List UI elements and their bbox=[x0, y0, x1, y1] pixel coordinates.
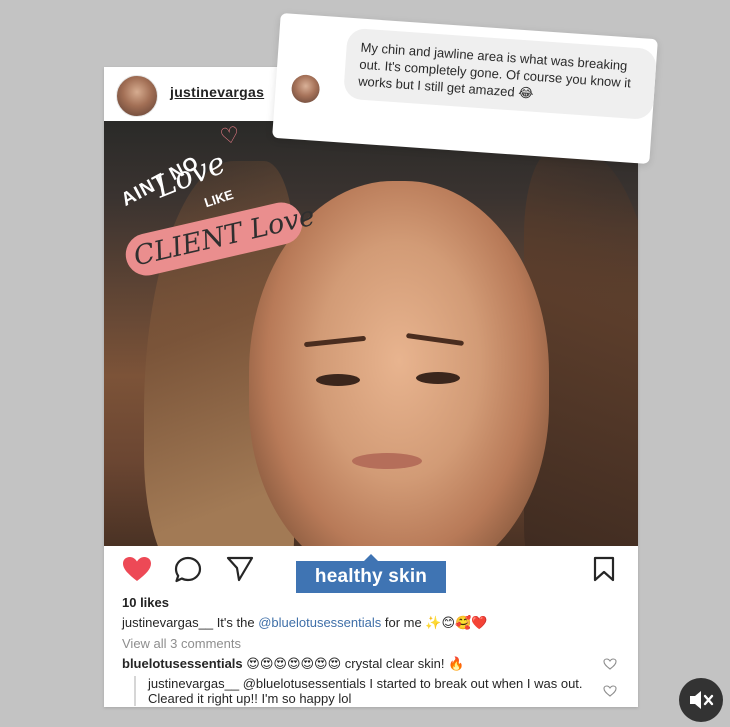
heart-doodle-icon: ♡ bbox=[217, 121, 242, 150]
bookmark-icon[interactable] bbox=[593, 556, 615, 582]
paper-plane-icon[interactable] bbox=[226, 556, 254, 582]
heart-outline-icon[interactable] bbox=[603, 658, 617, 670]
comment-bubble-icon[interactable] bbox=[174, 556, 202, 584]
caption: justinevargas__ It's the @bluelotusessen… bbox=[122, 615, 627, 631]
dm-message-bubble: My chin and jawline area is what was bre… bbox=[343, 27, 658, 121]
image-text-overlay: ♡ AINT NO Love LIKE CLIENT Love bbox=[112, 121, 342, 280]
avatar[interactable] bbox=[116, 75, 158, 117]
post-photo[interactable]: ♡ AINT NO Love LIKE CLIENT Love bbox=[104, 121, 638, 546]
comment-text: 😍😍😍😍😍😍😍 crystal clear skin! 🔥 bbox=[246, 656, 465, 671]
caption-author[interactable]: justinevargas__ bbox=[122, 615, 213, 630]
speaker-muted-icon bbox=[690, 691, 714, 709]
eye bbox=[416, 372, 460, 384]
mouth bbox=[352, 453, 422, 469]
comment-author[interactable]: justinevargas__ bbox=[148, 676, 239, 691]
post-username[interactable]: justinevargas bbox=[170, 84, 264, 100]
comment: bluelotusessentials 😍😍😍😍😍😍😍 crystal clea… bbox=[122, 656, 602, 672]
view-all-comments-link[interactable]: View all 3 comments bbox=[122, 636, 241, 651]
eye bbox=[316, 374, 360, 386]
overlay-banner-text: CLIENT Love bbox=[130, 200, 318, 273]
heart-outline-icon[interactable] bbox=[603, 685, 617, 697]
comment-reply: justinevargas__ @bluelotusessentials I s… bbox=[134, 676, 608, 706]
caption-mention[interactable]: @bluelotusessentials bbox=[258, 615, 381, 630]
mute-button[interactable] bbox=[679, 678, 723, 722]
caption-text: It's the bbox=[216, 615, 255, 630]
comment-mention[interactable]: @bluelotusessentials bbox=[243, 676, 366, 691]
instagram-post-card: justinevargas ♡ AINT NO Love LIKE CLIENT… bbox=[104, 67, 638, 707]
hashtag-label: healthy skin bbox=[296, 561, 446, 593]
caption-text: for me ✨😊🥰❤️ bbox=[384, 615, 488, 630]
avatar bbox=[290, 73, 321, 104]
heart-filled-icon[interactable] bbox=[122, 556, 152, 582]
overlay-text: LIKE bbox=[202, 186, 236, 211]
likes-count[interactable]: 10 likes bbox=[122, 595, 169, 610]
comment-author[interactable]: bluelotusessentials bbox=[122, 656, 243, 671]
dm-screenshot-card: My chin and jawline area is what was bre… bbox=[272, 12, 658, 165]
